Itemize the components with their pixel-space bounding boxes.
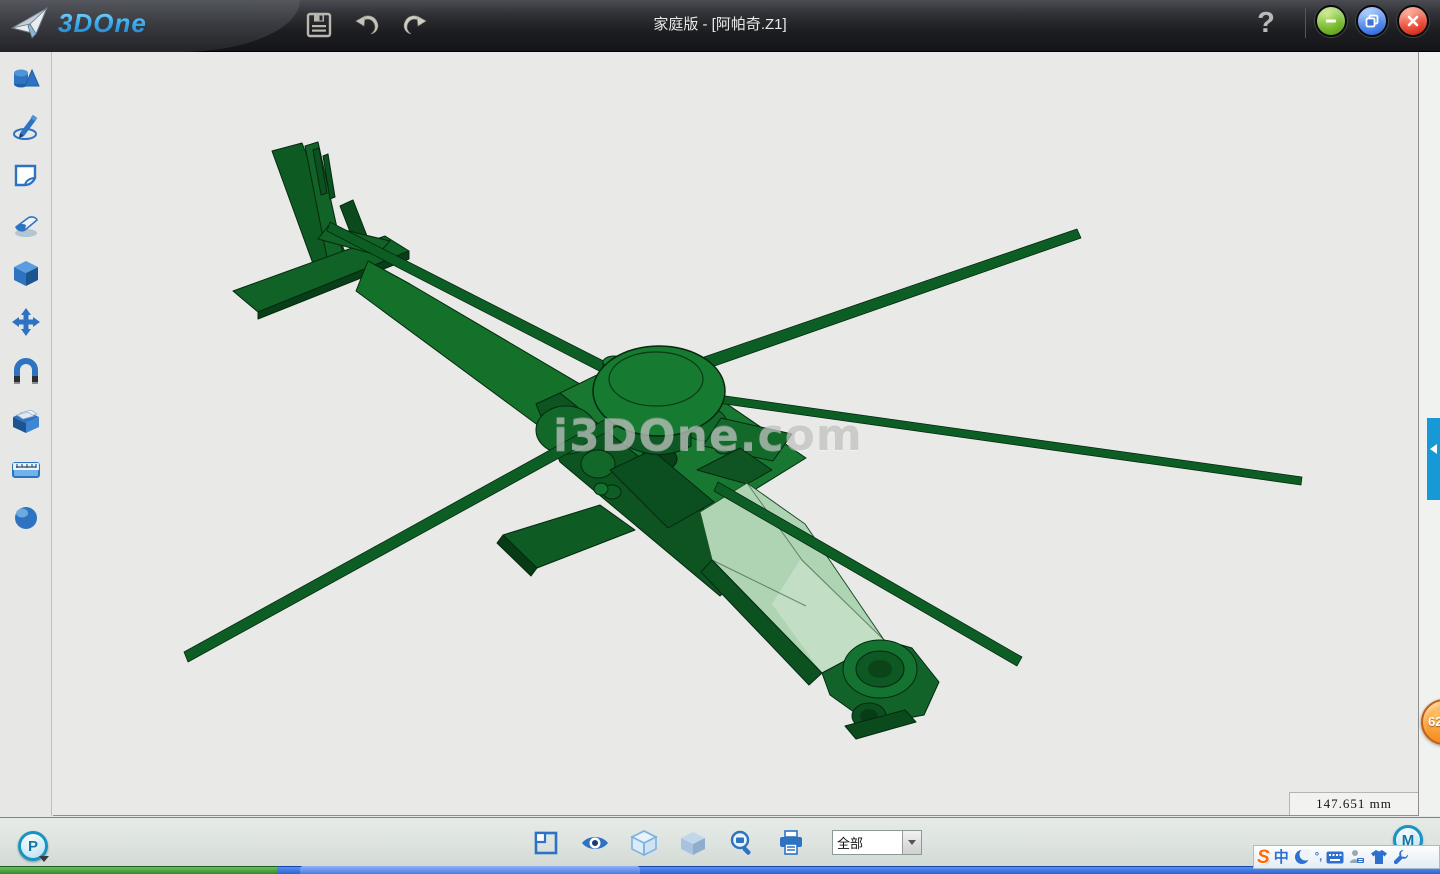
notification-count: 62	[1428, 714, 1440, 729]
sketch-edit-icon[interactable]	[7, 156, 45, 194]
wireframe-cube-icon[interactable]	[626, 826, 661, 859]
measure-ruler-icon[interactable]	[7, 450, 45, 488]
help-button[interactable]: ?	[1248, 2, 1284, 44]
brand-name: 3DOne	[58, 8, 147, 39]
taskbar-start-segment[interactable]	[0, 866, 277, 874]
move-transform-icon[interactable]	[7, 303, 45, 341]
moon-icon[interactable]	[1293, 848, 1311, 866]
minimize-button[interactable]	[1315, 5, 1347, 37]
paper-plane-logo-icon	[10, 6, 50, 40]
restore-button[interactable]	[1356, 5, 1388, 37]
settings-wrench-icon[interactable]	[1392, 848, 1410, 866]
view-plane-icon[interactable]	[528, 826, 563, 859]
bottom-toolbar: P	[0, 817, 1440, 866]
zoom-view-icon[interactable]	[724, 826, 759, 859]
print-icon[interactable]	[773, 826, 808, 859]
left-toolbar	[0, 52, 52, 816]
profile-badge-letter: P	[28, 838, 38, 855]
primitive-solids-icon[interactable]	[7, 59, 45, 97]
os-taskbar-strip	[0, 866, 1440, 874]
helicopter-model[interactable]	[53, 52, 1419, 816]
taskbar-active-window-segment[interactable]	[300, 866, 640, 874]
feature-cube-icon[interactable]	[7, 254, 45, 292]
titlebar: 3DOne	[0, 0, 1440, 52]
profile-caret-icon[interactable]	[39, 856, 49, 862]
viewport-canvas[interactable]: i3DOne.com 147.651 mm	[53, 52, 1419, 816]
app-logo: 3DOne	[10, 6, 147, 40]
filter-selected-value: 全部	[833, 833, 902, 852]
close-button[interactable]	[1397, 5, 1429, 37]
ime-punctuation-mode[interactable]: °,	[1315, 851, 1322, 863]
dictionary-icon[interactable]	[1348, 848, 1366, 866]
chevron-left-icon	[1430, 444, 1437, 454]
keyboard-icon[interactable]	[1326, 848, 1344, 866]
ime-language-mode[interactable]: 中	[1274, 850, 1289, 865]
collapse-panel-tab[interactable]	[1427, 418, 1440, 500]
titlebar-separator	[1305, 8, 1306, 38]
sogou-logo-icon[interactable]: S	[1257, 848, 1270, 867]
restore-icon	[1364, 13, 1380, 29]
sketch-draw-icon[interactable]	[7, 108, 45, 146]
shaded-cube-icon[interactable]	[675, 826, 710, 859]
chevron-down-icon[interactable]	[902, 831, 921, 854]
combine-icon[interactable]	[7, 402, 45, 440]
view-tools: 全部	[528, 826, 922, 859]
application-window: 3DOne	[0, 0, 1440, 874]
minimize-icon	[1323, 13, 1339, 29]
save-icon[interactable]	[302, 8, 336, 42]
titlebar-tools	[302, 4, 432, 46]
undo-icon[interactable]	[350, 8, 384, 42]
skin-tshirt-icon[interactable]	[1370, 848, 1388, 866]
visibility-eye-icon[interactable]	[577, 826, 612, 859]
eraser-icon[interactable]	[7, 206, 45, 244]
redo-icon[interactable]	[398, 8, 432, 42]
close-icon	[1405, 13, 1421, 29]
window-title: 家庭版 - [阿帕奇.Z1]	[0, 0, 1440, 46]
display-filter-dropdown[interactable]: 全部	[832, 830, 922, 855]
ime-toolbar: S 中 °,	[1253, 845, 1440, 869]
magnet-assembly-icon[interactable]	[7, 353, 45, 391]
measurement-readout: 147.651 mm	[1289, 792, 1418, 815]
material-sphere-icon[interactable]	[7, 499, 45, 537]
